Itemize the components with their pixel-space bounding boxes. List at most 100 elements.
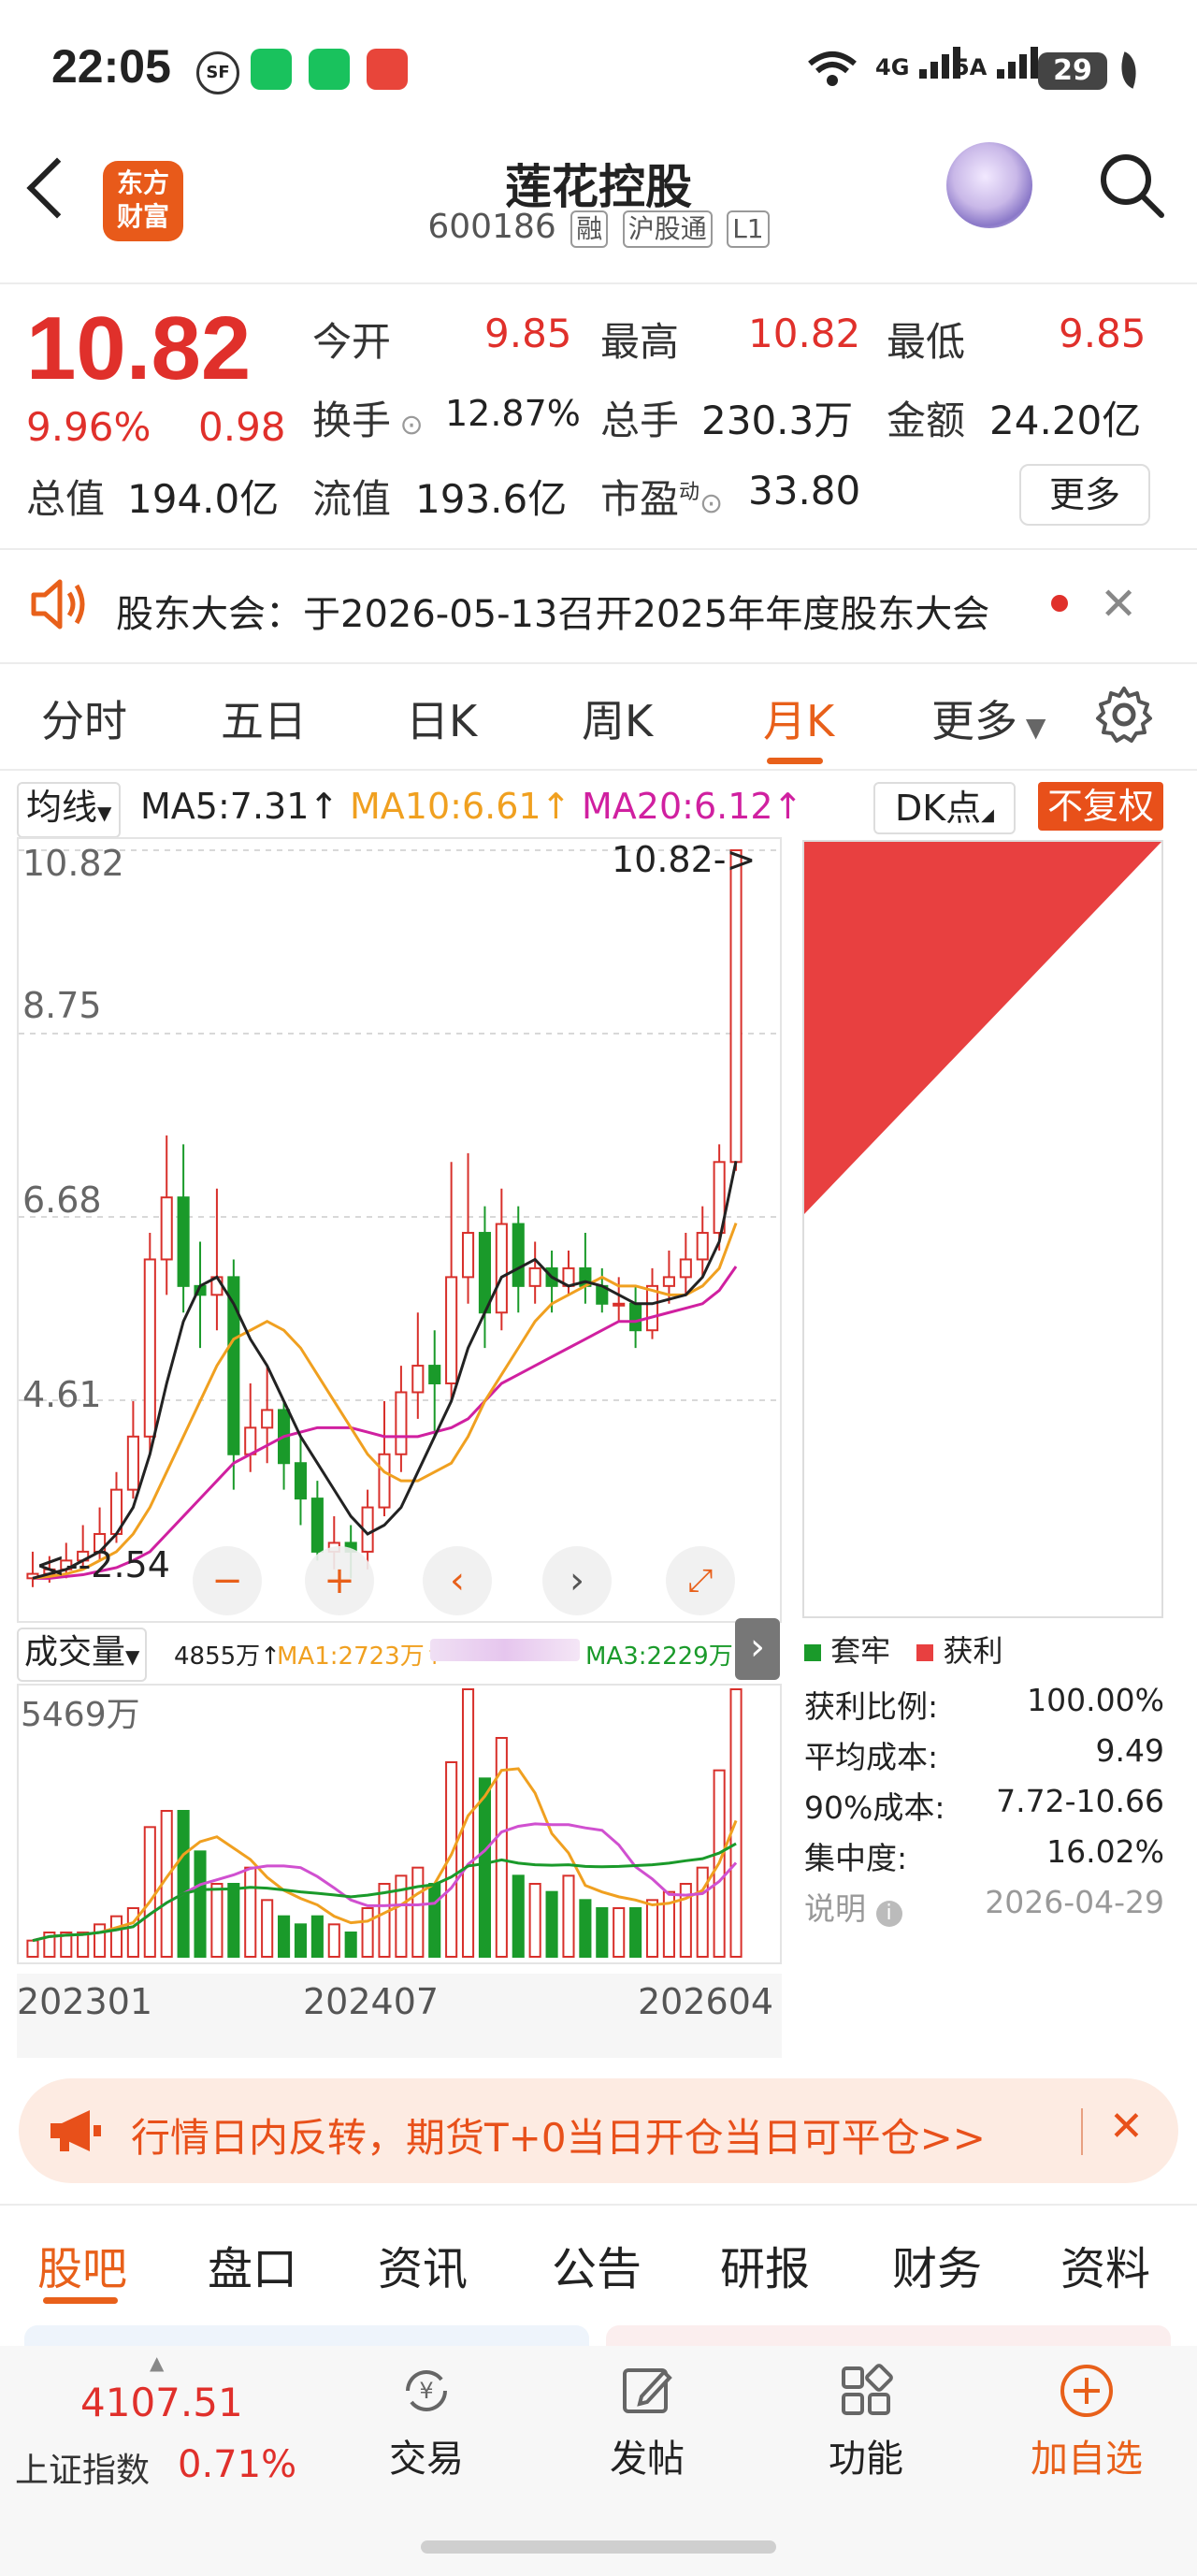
leaf-icon <box>1113 51 1145 89</box>
tag-margin: 融 <box>570 210 609 248</box>
volume-bar <box>528 1883 541 1958</box>
price-axis-label-1: 10.82 <box>22 843 124 884</box>
volume-bar <box>26 1939 39 1958</box>
chip-svg <box>804 842 1161 1214</box>
volume-bar <box>278 1915 291 1959</box>
close-promo-icon[interactable]: ✕ <box>1109 2103 1144 2150</box>
volume-bar <box>411 1866 425 1959</box>
open-value: 9.85 <box>484 311 572 356</box>
ma-selector-label: 均线 <box>26 787 98 828</box>
stock-code: 600186 <box>427 208 556 246</box>
zoom-in-button[interactable]: + <box>305 1546 374 1615</box>
price-high-marker: 10.82-> <box>612 839 757 880</box>
volume-bar <box>478 1777 491 1959</box>
tab-news[interactable]: 资讯 <box>378 2232 468 2297</box>
caret-down-icon: ▼ <box>125 1645 140 1668</box>
tab-weekly-k[interactable]: 周K <box>582 687 653 749</box>
adjust-button[interactable]: 不复权 <box>1038 782 1163 831</box>
dk-point-selector[interactable]: DK点◢ <box>873 782 1016 834</box>
promo-text: 行情日内反转，期货T+0当日开仓当日可平仓>> <box>131 2115 986 2161</box>
tab-five-day[interactable]: 五日 <box>221 687 307 749</box>
promo-banner[interactable]: 行情日内反转，期货T+0当日开仓当日可平仓>> ✕ <box>19 2078 1178 2183</box>
search-icon[interactable] <box>1096 150 1167 224</box>
scroll-right-button[interactable]: › <box>542 1546 612 1615</box>
volume-bar <box>94 1923 107 1958</box>
sf-icon: SF <box>196 51 239 94</box>
date-axis: 202301 202407 202604 <box>17 1974 782 2058</box>
wechat-icon-2 <box>309 49 350 90</box>
volume-chart[interactable]: 5469万 <box>17 1684 782 1964</box>
volume-bar <box>77 1932 90 1958</box>
amount-value: 24.20亿 <box>989 398 1142 443</box>
candle-body <box>378 1453 391 1509</box>
high-value: 10.82 <box>748 311 861 356</box>
low-value: 9.85 <box>1059 311 1147 356</box>
volume-bar <box>596 1907 609 1958</box>
ma10-value: MA10:6.61↑ <box>350 786 571 827</box>
ma-selector[interactable]: 均线▼ <box>17 782 122 838</box>
volume-ma2-blurred <box>430 1639 580 1661</box>
index-name[interactable]: 上证指数 <box>15 2443 150 2492</box>
info-icon[interactable]: ⊙ <box>391 409 424 441</box>
post-nav[interactable]: 发帖 <box>572 2363 722 2482</box>
kline-chart[interactable]: 10.82 8.75 6.68 4.61 10.82-> <--2.54 − +… <box>17 837 782 1623</box>
volume-ma1: MA1:2723万↑ <box>277 1643 445 1671</box>
volume-bar <box>327 1923 340 1958</box>
candle-body <box>512 1223 525 1287</box>
candle-body <box>613 1302 626 1307</box>
tab-announcements[interactable]: 公告 <box>552 2232 642 2297</box>
chip-stat-concentration: 集中度: 16.02% <box>804 1833 1164 1878</box>
notice-bar[interactable]: 股东大会：于2026-05-13召开2025年年度股东大会 ✕ <box>0 550 1197 662</box>
index-value[interactable]: 4107.51 <box>80 2380 243 2425</box>
close-notice-icon[interactable]: ✕ <box>1100 578 1137 630</box>
fullscreen-icon[interactable]: ⤢ <box>666 1546 735 1615</box>
trade-nav[interactable]: ¥ 交易 <box>352 2363 501 2482</box>
tab-profile[interactable]: 资料 <box>1060 2232 1150 2297</box>
stat-label: 平均成本: <box>804 1739 939 1775</box>
settings-gear-icon[interactable] <box>1094 685 1154 748</box>
pe-sup: 动 <box>679 481 700 504</box>
profit-legend-label: 获利 <box>943 1633 1003 1669</box>
volume-bar <box>244 1866 257 1959</box>
active-tab-indicator <box>767 758 823 764</box>
tab-financials[interactable]: 财务 <box>892 2232 982 2297</box>
candle-body <box>662 1276 675 1287</box>
more-quote-button[interactable]: 更多 <box>1019 464 1150 526</box>
forum-tab-indicator <box>43 2297 118 2304</box>
scroll-left-button[interactable]: ‹ <box>423 1546 492 1615</box>
home-indicator[interactable] <box>421 2540 776 2554</box>
volume-bar <box>310 1915 324 1959</box>
index-change: 0.71% <box>178 2443 297 2486</box>
expand-panel-button[interactable]: › <box>735 1618 780 1680</box>
speaker-icon <box>28 576 88 636</box>
market-cap-value: 194.0亿 <box>127 476 280 522</box>
assistant-avatar[interactable] <box>946 142 1032 228</box>
tab-research[interactable]: 研报 <box>720 2232 810 2297</box>
tag-level: L1 <box>727 210 770 248</box>
tab-daily-k[interactable]: 日K <box>406 687 477 749</box>
add-watchlist-nav[interactable]: 加自选 <box>1012 2363 1161 2482</box>
volume-selector[interactable]: 成交量▼ <box>17 1628 148 1682</box>
candle-body <box>261 1409 274 1429</box>
volume-value: 230.3万 <box>701 398 854 443</box>
tab-more[interactable]: 更多 ▼ <box>931 687 1046 749</box>
tab-forum[interactable]: 股吧 <box>37 2232 127 2297</box>
turnover-label-text: 换手 <box>312 398 392 443</box>
functions-nav[interactable]: 功能 <box>791 2363 941 2482</box>
chip-note-row[interactable]: 说明 i 2026-04-29 <box>804 1884 1164 1929</box>
tab-intraday[interactable]: 分时 <box>41 687 127 749</box>
index-caret-up-icon: ▲ <box>150 2352 165 2374</box>
candle-body <box>177 1196 190 1287</box>
volume-bar <box>194 1850 207 1958</box>
caret-down-icon: ▼ <box>97 802 112 824</box>
candle-body <box>160 1196 173 1261</box>
candle-body <box>310 1498 324 1553</box>
add-watchlist-label: 加自选 <box>1031 2438 1143 2481</box>
tab-orderbook[interactable]: 盘口 <box>208 2232 297 2297</box>
volume-bar <box>579 1899 592 1958</box>
tab-monthly-k[interactable]: 月K <box>763 687 834 749</box>
edit-icon <box>619 2363 675 2419</box>
zoom-out-button[interactable]: − <box>193 1546 262 1615</box>
pe-info-icon[interactable]: ⊙ <box>699 487 723 520</box>
caret-down-icon: ▼ <box>1017 712 1046 743</box>
